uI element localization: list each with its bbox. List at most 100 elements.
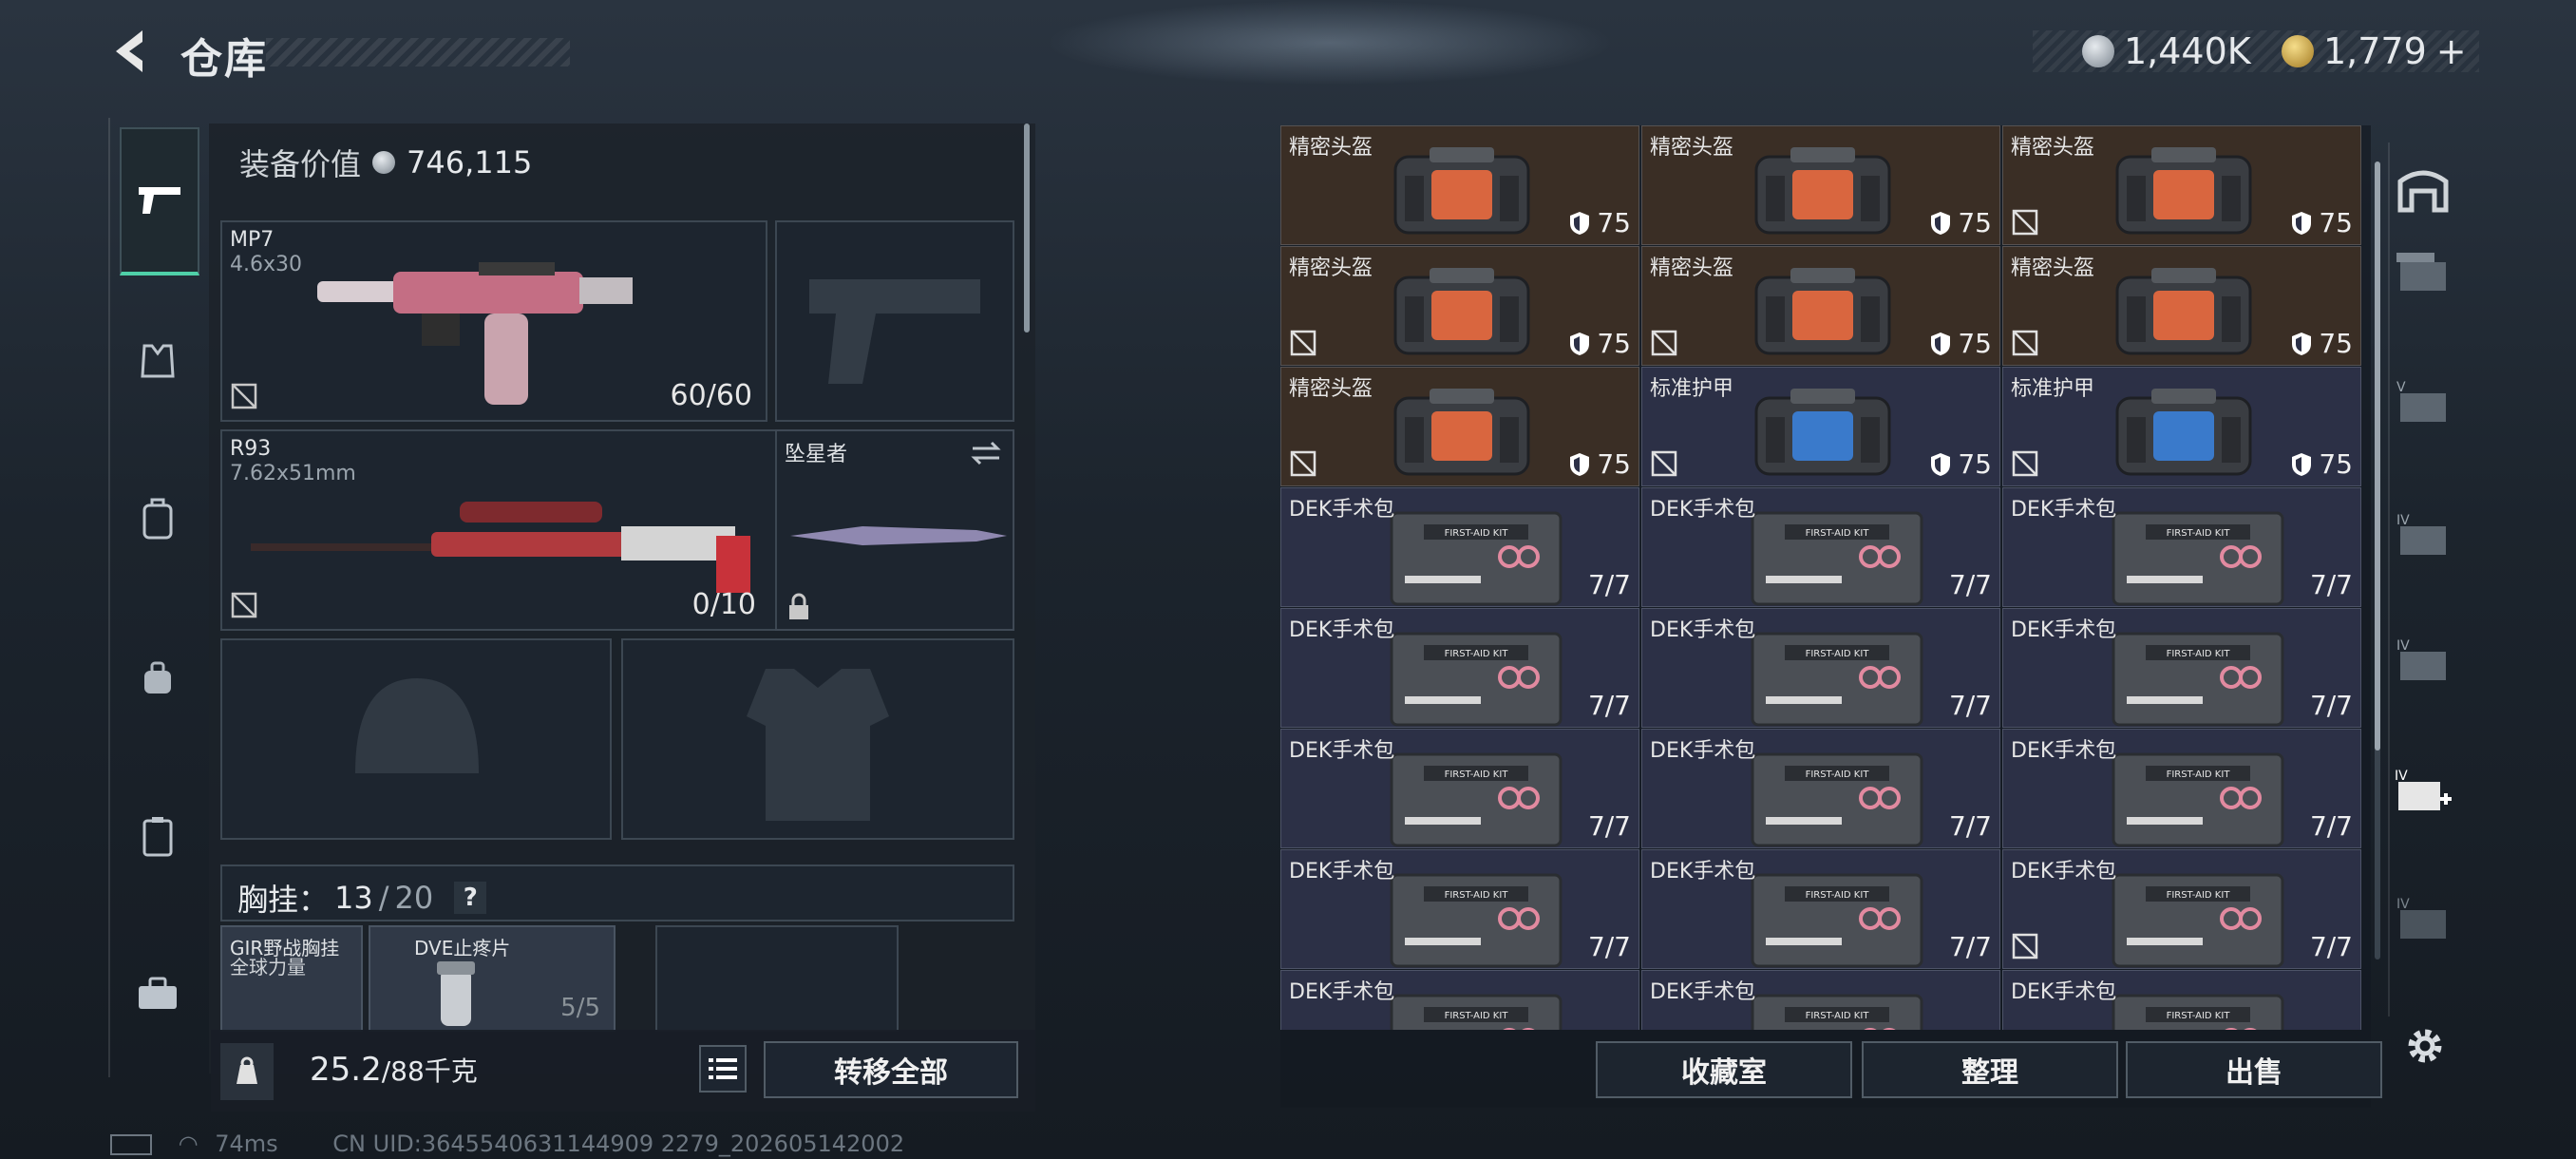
knife-image	[790, 526, 1007, 545]
inventory-item-cell[interactable]: FIRST-AID KIT DEK手术包 7/7	[2002, 608, 2361, 728]
svg-text:FIRST-AID KIT: FIRST-AID KIT	[1445, 528, 1509, 539]
ammo-caliber: 4.6x30	[230, 253, 303, 276]
item-durability: 75	[1568, 448, 1631, 480]
armor-slot[interactable]	[621, 638, 1014, 840]
tab-add-storage[interactable]: IV	[2390, 758, 2456, 825]
tab-secure-case[interactable]	[120, 798, 196, 874]
inventory-item-cell[interactable]: FIRST-AID KIT DEK手术包 7/7	[2002, 487, 2361, 607]
melee-slot[interactable]: 坠星者	[775, 429, 1014, 631]
item-durability: 7/7	[1949, 569, 1992, 600]
first-aid-kit-image: FIRST-AID KIT	[1751, 632, 1923, 727]
durability-value: 7/7	[1948, 931, 1992, 962]
rig-item[interactable]: DVE止疼片 5/5	[369, 925, 616, 1032]
pill-bottle-icon	[437, 961, 475, 1026]
sell-button[interactable]: 出售	[2126, 1041, 2382, 1098]
primary-weapon-slot[interactable]: MP7 4.6x30 60/60	[220, 220, 767, 422]
tab-storage-locked[interactable]: IV	[2390, 885, 2456, 952]
swap-icon[interactable]	[969, 439, 1003, 467]
svg-text:FIRST-AID KIT: FIRST-AID KIT	[2167, 528, 2231, 539]
inventory-item-cell[interactable]: 精密头盔 75	[1280, 367, 1639, 486]
item-durability: 7/7	[1949, 931, 1992, 962]
inventory-item-cell[interactable]: 精密头盔 75	[2002, 125, 2361, 245]
back-arrow-icon[interactable]	[104, 25, 158, 78]
inventory-item-cell[interactable]: FIRST-AID KIT DEK手术包 7/7	[1641, 487, 2000, 607]
svg-text:FIRST-AID KIT: FIRST-AID KIT	[2167, 890, 2231, 901]
inventory-item-cell[interactable]: FIRST-AID KIT DEK手术包 7/7	[1280, 849, 1639, 969]
tab-weapons[interactable]	[120, 127, 199, 276]
inventory-item-cell[interactable]: FIRST-AID KIT DEK手术包 7/7	[2002, 849, 2361, 969]
durability-value: 75	[1958, 448, 1992, 480]
currency-gold[interactable]: 1,779 +	[2282, 30, 2467, 72]
tab-armor[interactable]	[120, 323, 196, 399]
inventory-scrollbar[interactable]	[2375, 162, 2380, 750]
item-count: 5/5	[560, 994, 600, 1022]
inventory-item-cell[interactable]: 精密头盔 75	[2002, 246, 2361, 366]
svg-text:FIRST-AID KIT: FIRST-AID KIT	[2167, 770, 2231, 780]
helmet-slot[interactable]	[220, 638, 612, 840]
tab-storage-5[interactable]: IV	[2390, 627, 2456, 694]
item-durability: 7/7	[1588, 810, 1631, 842]
organize-button[interactable]: 整理	[1862, 1041, 2118, 1098]
item-name: DEK手术包	[2011, 618, 2117, 642]
svg-text:FIRST-AID KIT: FIRST-AID KIT	[1806, 890, 1870, 901]
helmet-item-image	[1754, 268, 1891, 355]
weapon-name: 坠星者	[785, 443, 848, 466]
item-durability: 75	[1568, 207, 1631, 238]
inventory-item-cell[interactable]: FIRST-AID KIT DEK手术包 7/7	[1280, 608, 1639, 728]
armor-item-image	[2115, 389, 2252, 476]
first-aid-kit-image: FIRST-AID KIT	[2112, 994, 2284, 1030]
durability-shield-icon	[1570, 332, 1590, 355]
item-name: 精密头盔	[1650, 136, 1734, 160]
pistol-icon	[139, 187, 180, 214]
rig-empty-slot[interactable]	[655, 925, 899, 1032]
tab-backpack[interactable]	[120, 481, 196, 557]
inventory-item-cell[interactable]: FIRST-AID KIT DEK手术包	[1641, 970, 2000, 1030]
item-name: DEK手术包	[1289, 860, 1395, 884]
inventory-item-cell[interactable]: 标准护甲 75	[1641, 367, 2000, 486]
inventory-item-cell[interactable]: FIRST-AID KIT DEK手术包	[2002, 970, 2361, 1030]
inventory-item-cell[interactable]: FIRST-AID KIT DEK手术包 7/7	[1280, 729, 1639, 848]
item-durability: 7/7	[1588, 931, 1631, 962]
durability-value: 75	[1597, 448, 1631, 480]
add-gold-button[interactable]: +	[2436, 30, 2467, 72]
durability-shield-icon	[1931, 211, 1951, 235]
inventory-item-cell[interactable]: 精密头盔 75	[1641, 125, 2000, 245]
inventory-item-cell[interactable]: FIRST-AID KIT DEK手术包 7/7	[1280, 487, 1639, 607]
help-icon[interactable]: ?	[454, 882, 487, 914]
svg-text:FIRST-AID KIT: FIRST-AID KIT	[1806, 770, 1870, 780]
collection-button[interactable]: 收藏室	[1596, 1041, 1852, 1098]
inventory-item-cell[interactable]: 精密头盔 75	[1641, 246, 2000, 366]
transfer-all-button[interactable]: 转移全部	[764, 1041, 1018, 1098]
storage-box-icon: V	[2396, 380, 2446, 422]
tab-bag[interactable]	[120, 640, 196, 716]
inventory-item-cell[interactable]: 标准护甲 75	[2002, 367, 2361, 486]
tab-toolbox[interactable]	[120, 956, 196, 1032]
durability-value: 75	[1597, 207, 1631, 238]
durability-value: 7/7	[1587, 810, 1631, 842]
settings-gear-icon[interactable]	[2401, 1022, 2449, 1074]
inventory-item-cell[interactable]: 精密头盔 75	[1280, 246, 1639, 366]
rig-item[interactable]: GIR野战胸挂 全球力量	[220, 925, 363, 1032]
loadout-scrollbar[interactable]	[1024, 124, 1030, 332]
tab-storage-2[interactable]	[2390, 238, 2456, 304]
item-durability: 75	[1929, 448, 1992, 480]
first-aid-kit-image: FIRST-AID KIT	[2112, 511, 2284, 606]
list-view-button[interactable]	[699, 1045, 747, 1092]
no-drop-icon	[1651, 450, 1677, 477]
pistol-slot[interactable]	[775, 220, 1014, 422]
inventory-item-cell[interactable]: FIRST-AID KIT DEK手术包 7/7	[1641, 608, 2000, 728]
tab-storage-4[interactable]: IV	[2390, 502, 2456, 568]
loadout-value-label: 装备价值	[239, 146, 362, 182]
item-name: DEK手术包	[1289, 739, 1395, 763]
tab-storage-3[interactable]: V	[2390, 369, 2456, 435]
inventory-item-cell[interactable]: FIRST-AID KIT DEK手术包 7/7	[1641, 849, 2000, 969]
add-storage-icon: IV	[2395, 769, 2452, 810]
inventory-item-cell[interactable]: FIRST-AID KIT DEK手术包 7/7	[1641, 729, 2000, 848]
inventory-item-cell[interactable]: 精密头盔 75	[1280, 125, 1639, 245]
tab-main-storage[interactable]	[2390, 156, 2456, 222]
ceiling-light	[1045, 0, 1615, 86]
inventory-item-cell[interactable]: FIRST-AID KIT DEK手术包 7/7	[2002, 729, 2361, 848]
ammo-count: 0/10	[691, 588, 756, 621]
inventory-item-cell[interactable]: FIRST-AID KIT DEK手术包	[1280, 970, 1639, 1030]
helmet-item-image	[2115, 147, 2252, 235]
